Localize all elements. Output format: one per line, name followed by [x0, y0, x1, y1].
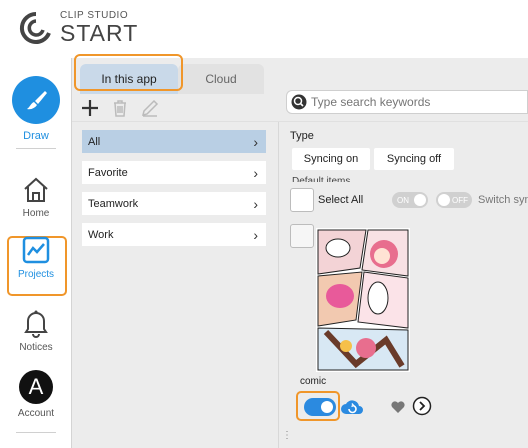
type-filter-label: Type [290, 130, 314, 142]
logo-swirl-icon [19, 11, 51, 44]
sidebar-item-account[interactable]: A Account [0, 370, 72, 419]
default-items-label: Default items [292, 176, 351, 182]
sidebar-item-label: Draw [23, 130, 49, 142]
sidebar-item-home[interactable]: Home [0, 176, 72, 219]
app-logo: CLIP STUDIO START [18, 10, 138, 46]
chip-label: Syncing on [303, 153, 359, 165]
category-list: All › Favorite › Teamwork › Work › [82, 130, 266, 254]
sidebar: Draw Home Projects Notices A Account [0, 58, 72, 448]
pencil-icon[interactable] [140, 98, 160, 118]
project-panel: Type Syncing on Syncing off Default item… [286, 122, 528, 448]
sidebar-item-projects[interactable]: Projects [0, 235, 72, 280]
sidebar-item-label: Account [17, 408, 55, 419]
logo-main-text: START [60, 20, 139, 46]
project-card[interactable]: comic [290, 224, 432, 434]
toggle-label: OFF [452, 195, 468, 205]
toggle-knob [414, 194, 426, 206]
tab-label: Cloud [205, 72, 237, 86]
category-teamwork[interactable]: Teamwork › [82, 192, 266, 215]
category-favorite[interactable]: Favorite › [82, 161, 266, 184]
pane-divider[interactable] [278, 122, 279, 448]
chart-icon [22, 236, 50, 264]
category-work[interactable]: Work › [82, 223, 266, 246]
chevron-right-icon: › [253, 195, 258, 212]
chevron-right-circle-icon[interactable] [412, 396, 432, 416]
tab-highlight [74, 54, 183, 91]
search-icon [291, 94, 307, 110]
chip-label: Syncing off [386, 153, 442, 165]
sidebar-item-draw[interactable]: Draw [0, 76, 72, 142]
select-all-row: Select All [290, 188, 363, 212]
search-input[interactable] [311, 95, 521, 109]
select-all-checkbox[interactable] [290, 188, 314, 212]
card-name: comic [300, 376, 327, 387]
main-area: In this app Cloud All › Favorite › [72, 54, 528, 448]
card-sync-toggle[interactable] [304, 398, 336, 416]
account-icon: A [19, 370, 53, 404]
filter-syncing-on[interactable]: Syncing on [292, 148, 370, 170]
brush-icon [12, 76, 60, 124]
add-icon[interactable] [80, 98, 100, 118]
bulk-sync-on-toggle[interactable]: ON [392, 192, 428, 208]
select-all-label: Select All [318, 194, 364, 206]
sidebar-item-notices[interactable]: Notices [0, 308, 72, 353]
toggle-knob [321, 401, 333, 413]
sidebar-divider [16, 432, 56, 433]
favorite-heart-icon[interactable] [390, 399, 406, 415]
chevron-right-icon: › [253, 226, 258, 243]
filter-syncing-off[interactable]: Syncing off [374, 148, 454, 170]
house-icon [24, 177, 48, 202]
trash-icon[interactable] [110, 98, 130, 118]
toggle-knob [438, 194, 450, 206]
card-checkbox[interactable] [290, 224, 314, 248]
chevron-right-icon: › [253, 164, 258, 181]
switch-sync-label: Switch sync [478, 194, 528, 206]
category-label: Favorite [88, 166, 128, 179]
toggle-label: ON [397, 195, 409, 205]
sidebar-item-label: Projects [17, 269, 55, 280]
category-label: Teamwork [88, 197, 139, 210]
bulk-sync-off-toggle[interactable]: OFF [436, 192, 472, 208]
category-label: Work [88, 228, 114, 241]
comic-thumbnail-image [316, 228, 410, 372]
cloud-sync-icon[interactable] [340, 396, 364, 418]
chevron-right-icon: › [253, 133, 258, 150]
tab-cloud[interactable]: Cloud [178, 64, 264, 94]
search-box[interactable] [286, 90, 528, 114]
comic-thumbnail[interactable] [316, 228, 410, 372]
app-header: CLIP STUDIO START [0, 0, 528, 58]
bell-icon [24, 310, 48, 338]
sidebar-divider [16, 148, 56, 149]
sidebar-item-label: Notices [19, 342, 53, 353]
category-label: All [88, 135, 101, 148]
sidebar-item-label: Home [22, 208, 50, 219]
category-all[interactable]: All › [82, 130, 266, 153]
